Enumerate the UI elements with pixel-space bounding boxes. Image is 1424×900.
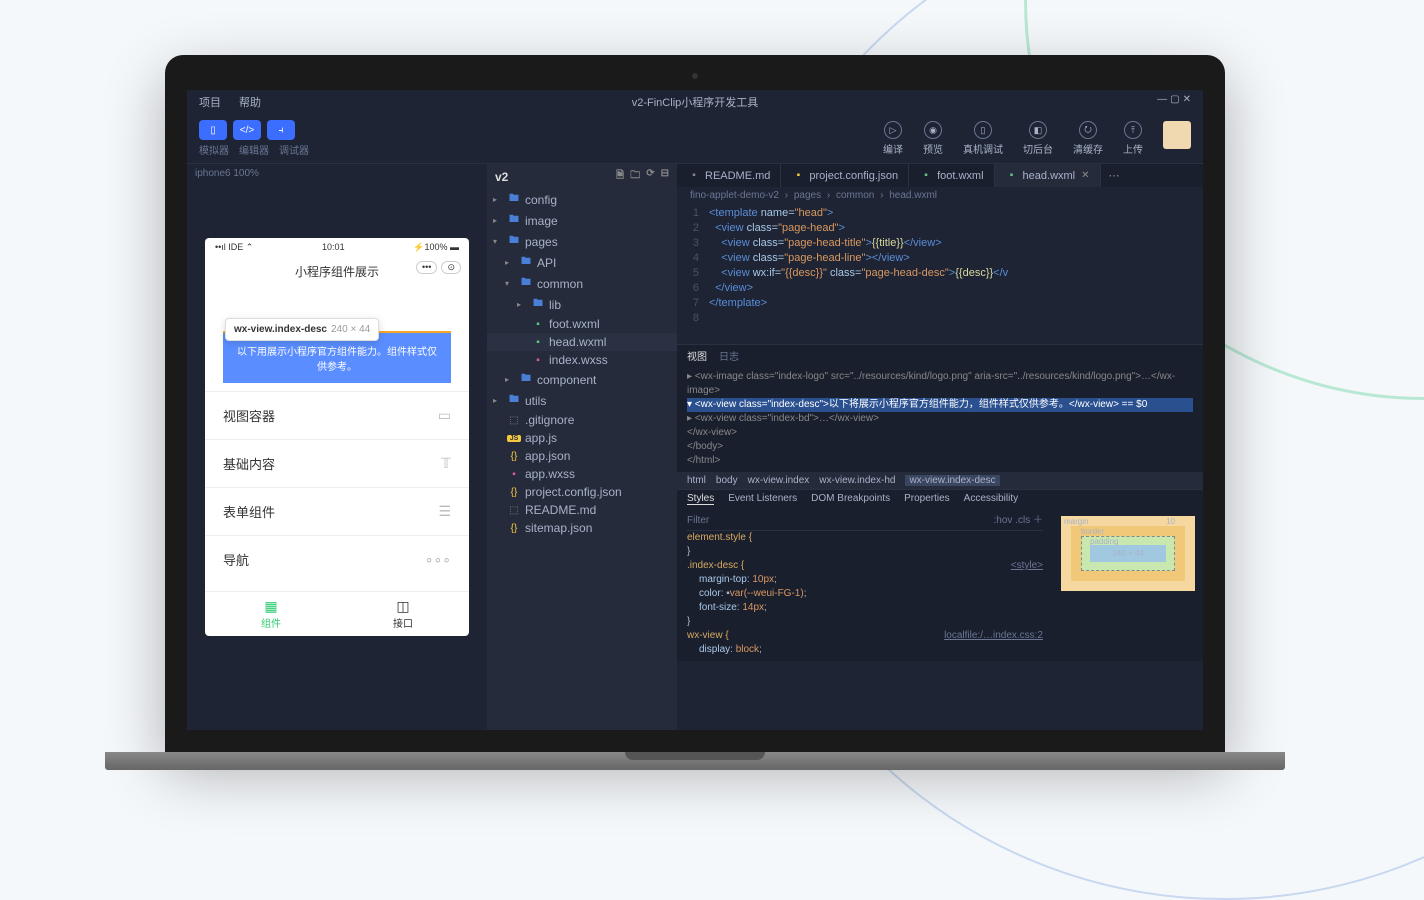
tree-item[interactable]: ▸🖿component (487, 369, 677, 390)
camera-dot (692, 73, 698, 79)
debugger-label: 调试器 (279, 142, 309, 157)
debugger-toggle[interactable]: ⫞ (267, 120, 295, 140)
tree-item[interactable]: JSapp.js (487, 429, 677, 447)
tree-item[interactable]: ▸🖿image (487, 210, 677, 231)
editor-label: 编辑器 (239, 142, 269, 157)
ide-window: 项目 帮助 v2-FinClip小程序开发工具 — ▢ ✕ ▯ </> ⫞ (187, 90, 1203, 730)
code-editor[interactable]: 1<template name="head">2 <view class="pa… (677, 204, 1203, 344)
refresh-icon[interactable]: ⟳ (646, 168, 654, 185)
tree-item[interactable]: ▾🖿pages (487, 231, 677, 252)
editor-tab[interactable]: ▪README.md (677, 164, 781, 187)
tree-item[interactable]: ⬚.gitignore (487, 411, 677, 429)
device-info[interactable]: iphone6 100% (187, 164, 487, 183)
styles-tab[interactable]: Event Listeners (728, 493, 797, 505)
status-battery: ⚡100% ▬ (413, 242, 459, 253)
tree-item[interactable]: ▪head.wxml (487, 333, 677, 351)
editor-tab[interactable]: ▪project.config.json (781, 164, 909, 187)
devtools: 视图 日志 ▸ <wx-image class="index-logo" src… (677, 344, 1203, 661)
styles-tab[interactable]: Accessibility (964, 493, 1018, 505)
window-title: v2-FinClip小程序开发工具 (632, 94, 759, 110)
phone-simulator: ••ıl IDE ⌃ 10:01 ⚡100% ▬ 小程序组件展示 ••• ⊙ (205, 238, 469, 636)
hov-cls-toggle[interactable]: :hov .cls ＋ (994, 514, 1043, 528)
menu-help[interactable]: 帮助 (239, 94, 261, 110)
styles-tab[interactable]: DOM Breakpoints (811, 493, 890, 505)
user-avatar[interactable] (1163, 121, 1191, 149)
compile-button[interactable]: ▷编译 (883, 121, 903, 156)
close-icon[interactable]: ✕ (1081, 170, 1089, 181)
box-model: margin 10 border padding 240 × 44 (1053, 508, 1203, 661)
status-signal: ••ıl IDE ⌃ (215, 242, 253, 253)
more-tabs[interactable]: ⋯ (1101, 164, 1128, 187)
crumb-item[interactable]: html (687, 475, 706, 486)
file-explorer: v2 🗎 🗀 ⟳ ⊟ ▸🖿config▸🖿image▾🖿pages▸🖿API▾🖿… (487, 164, 677, 730)
list-item[interactable]: 基础内容𝕋 (205, 439, 469, 487)
dom-tree[interactable]: ▸ <wx-image class="index-logo" src="../r… (677, 366, 1203, 472)
editor-panel: ▪README.md▪project.config.json▪foot.wxml… (677, 164, 1203, 730)
tree-item[interactable]: ▸🖿utils (487, 390, 677, 411)
inspect-tooltip: wx-view.index-desc240 × 44 (225, 318, 379, 341)
tree-item[interactable]: {}sitemap.json (487, 519, 677, 537)
editor-tabs: ▪README.md▪project.config.json▪foot.wxml… (677, 164, 1203, 187)
editor-toggle[interactable]: </> (233, 120, 261, 140)
menu-project[interactable]: 项目 (199, 94, 221, 110)
project-root[interactable]: v2 (495, 170, 508, 184)
min-button[interactable]: — (1157, 94, 1167, 110)
tree-item[interactable]: ⬚README.md (487, 501, 677, 519)
crumb-item[interactable]: wx-view.index-desc (905, 475, 999, 486)
max-button[interactable]: ▢ (1170, 94, 1179, 110)
app-title: 小程序组件展示 (295, 265, 379, 279)
status-time: 10:01 (322, 242, 345, 253)
simulator-panel: iphone6 100% ••ıl IDE ⌃ 10:01 ⚡100% ▬ 小程… (187, 164, 487, 730)
laptop-frame: 项目 帮助 v2-FinClip小程序开发工具 — ▢ ✕ ▯ </> ⫞ (165, 55, 1225, 770)
crumb-item[interactable]: wx-view.index-hd (819, 475, 895, 486)
tree-item[interactable]: {}app.json (487, 447, 677, 465)
tab-components[interactable]: ▦组件 (205, 592, 337, 636)
list-item[interactable]: 表单组件☰ (205, 487, 469, 535)
close-button[interactable]: ✕ (1183, 94, 1191, 110)
tree-item[interactable]: ▪index.wxss (487, 351, 677, 369)
switch-bg-button[interactable]: ◧切后台 (1023, 121, 1053, 156)
simulator-label: 模拟器 (199, 142, 229, 157)
toolbar: ▯ </> ⫞ 模拟器 编辑器 调试器 ▷编译 ◉预览 ▯真机调试 ◧切后台 (187, 114, 1203, 164)
tab-api[interactable]: ◫接口 (337, 592, 469, 636)
devtools-tab-log[interactable]: 日志 (719, 348, 739, 363)
tree-item[interactable]: ▪app.wxss (487, 465, 677, 483)
new-folder-icon[interactable]: 🗀 (630, 168, 640, 185)
crumb-item[interactable]: wx-view.index (748, 475, 810, 486)
dom-breadcrumb[interactable]: html body wx-view.index wx-view.index-hd wx-… (677, 472, 1203, 489)
capsule-close[interactable]: ⊙ (441, 261, 461, 274)
tree-item[interactable]: {}project.config.json (487, 483, 677, 501)
tree-item[interactable]: ▾🖿common (487, 273, 677, 294)
preview-button[interactable]: ◉预览 (923, 121, 943, 156)
styles-tab[interactable]: Styles (687, 493, 714, 505)
breadcrumb[interactable]: fino-applet-demo-v2 › pages › common › h… (677, 187, 1203, 204)
crumb-item[interactable]: body (716, 475, 738, 486)
tree-item[interactable]: ▸🖿lib (487, 294, 677, 315)
simulator-toggle[interactable]: ▯ (199, 120, 227, 140)
filter-input[interactable]: Filter (687, 514, 709, 528)
list-item[interactable]: 视图容器▭ (205, 391, 469, 439)
capsule-menu[interactable]: ••• (416, 261, 437, 274)
list-item[interactable]: 导航∘∘∘ (205, 535, 469, 583)
styles-tabs: Styles Event Listeners DOM Breakpoints Prop… (677, 489, 1203, 508)
devtools-tab-view[interactable]: 视图 (687, 348, 707, 363)
remote-debug-button[interactable]: ▯真机调试 (963, 121, 1003, 156)
clear-cache-button[interactable]: ⭮清缓存 (1073, 121, 1103, 156)
editor-tab[interactable]: ▪foot.wxml (909, 164, 994, 187)
tree-item[interactable]: ▸🖿API (487, 252, 677, 273)
tree-item[interactable]: ▸🖿config (487, 189, 677, 210)
collapse-icon[interactable]: ⊟ (661, 168, 669, 185)
styles-pane[interactable]: Filter :hov .cls ＋ element.style { } .in… (677, 508, 1053, 661)
tree-item[interactable]: ▪foot.wxml (487, 315, 677, 333)
new-file-icon[interactable]: 🗎 (616, 168, 624, 185)
editor-tab[interactable]: ▪head.wxml✕ (995, 164, 1101, 187)
styles-tab[interactable]: Properties (904, 493, 950, 505)
upload-button[interactable]: ⤒上传 (1123, 121, 1143, 156)
menubar: 项目 帮助 v2-FinClip小程序开发工具 — ▢ ✕ (187, 90, 1203, 114)
